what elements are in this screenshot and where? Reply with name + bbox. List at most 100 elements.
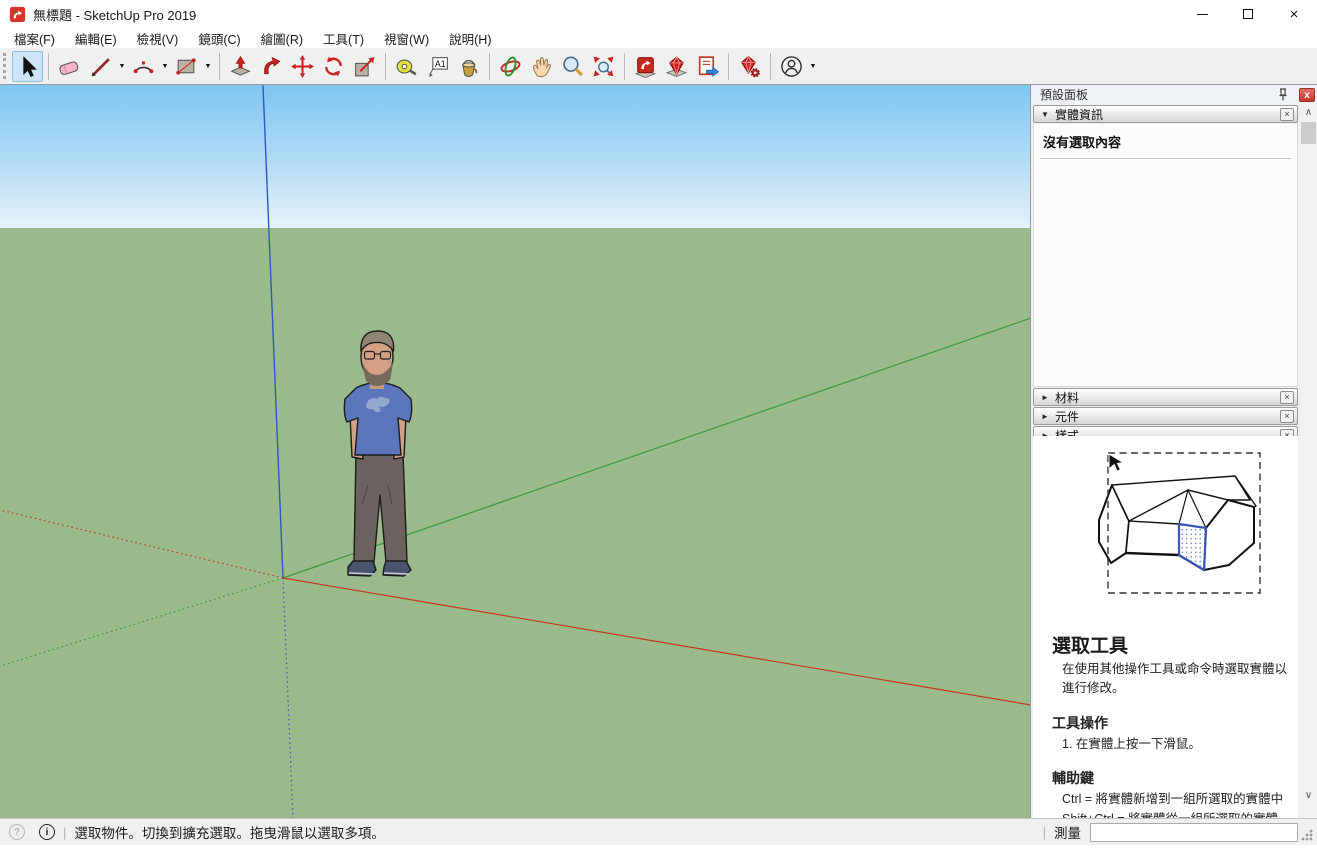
scene-overlay — [0, 85, 1031, 818]
maximize-icon — [1243, 9, 1253, 19]
extension-warehouse-icon — [664, 54, 689, 79]
scale-figure-person — [344, 331, 411, 576]
scale-icon — [352, 54, 377, 79]
toolbar: ▼ ▼ ▼ A1 — [0, 48, 1317, 85]
maximize-button[interactable] — [1225, 0, 1271, 28]
menu-edit[interactable]: 編輯(E) — [65, 27, 127, 50]
scale-tool-button[interactable] — [349, 51, 380, 82]
move-tool-button[interactable] — [287, 51, 318, 82]
zoom-icon — [560, 54, 585, 79]
orbit-tool-button[interactable] — [495, 51, 526, 82]
instructor-content: 選取工具 在使用其他操作工具或命令時選取實體以進行修改。 工具操作 1. 在實體… — [1033, 436, 1298, 818]
instructor-title: 選取工具 — [1052, 631, 1288, 658]
pan-hand-icon — [529, 54, 554, 79]
entity-info-content: 沒有選取內容 — [1033, 124, 1298, 387]
push-pull-icon — [228, 54, 253, 79]
instructor-modifier-heading: 輔助鍵 — [1052, 768, 1288, 788]
share-model-icon — [695, 54, 720, 79]
status-hint-text: 選取物件。切換到擴充選取。拖曳滑鼠以選取多項。 — [74, 822, 385, 842]
arc-icon — [131, 54, 156, 79]
status-bar: ? i | 選取物件。切換到擴充選取。拖曳滑鼠以選取多項。 | 測量 — [0, 818, 1317, 845]
eraser-tool-button[interactable] — [54, 51, 85, 82]
select-arrow-icon — [15, 54, 40, 79]
scrollbar-thumb[interactable] — [1301, 122, 1316, 144]
divider: | — [63, 825, 66, 840]
move-icon — [290, 54, 315, 79]
tape-measure-tool-button[interactable] — [391, 51, 422, 82]
scroll-down-arrow[interactable]: ∨ — [1300, 787, 1317, 804]
3d-warehouse-icon — [633, 54, 658, 79]
menu-help[interactable]: 說明(H) — [439, 27, 501, 50]
extension-warehouse-button[interactable] — [661, 51, 692, 82]
section-close-button[interactable]: × — [1280, 108, 1294, 121]
minimize-button[interactable] — [1179, 0, 1225, 28]
instructor-description: 在使用其他操作工具或命令時選取實體以進行修改。 — [1062, 660, 1288, 699]
instructor-modifier-shift-ctrl: Shift+Ctrl = 將實體從一組所選取的實體中除去 — [1062, 810, 1288, 819]
divider: | — [1043, 825, 1046, 840]
close-button[interactable]: × — [1271, 0, 1317, 28]
rectangle-icon — [174, 54, 199, 79]
cursor-arrow-icon — [1109, 454, 1123, 471]
info-icon[interactable]: i — [39, 824, 55, 840]
zoom-tool-button[interactable] — [557, 51, 588, 82]
3d-warehouse-button[interactable] — [630, 51, 661, 82]
menu-bar: 檔案(F) 編輯(E) 檢視(V) 鏡頭(C) 繪圖(R) 工具(T) 視窗(W… — [0, 28, 1317, 48]
instructor-house-illustration — [1046, 443, 1286, 623]
pin-icon[interactable] — [1277, 88, 1289, 102]
geolocation-icon[interactable]: ? — [9, 824, 25, 840]
follow-me-icon — [259, 54, 284, 79]
section-components[interactable]: ► 元件 × — [1033, 407, 1298, 425]
section-entity-info[interactable]: ▼ 實體資訊 × — [1033, 105, 1298, 123]
rectangle-dropdown-arrow[interactable]: ▼ — [202, 51, 214, 82]
measurements-input[interactable] — [1090, 823, 1298, 842]
push-pull-tool-button[interactable] — [225, 51, 256, 82]
arc-tool-button[interactable] — [128, 51, 159, 82]
scroll-up-arrow[interactable]: ∧ — [1300, 104, 1317, 121]
account-dropdown-arrow[interactable]: ▼ — [807, 51, 819, 82]
arc-dropdown-arrow[interactable]: ▼ — [159, 51, 171, 82]
divider — [1040, 158, 1291, 159]
menu-file[interactable]: 檔案(F) — [4, 27, 65, 50]
panel-title: 預設面板 — [1040, 86, 1277, 103]
menu-tools[interactable]: 工具(T) — [313, 27, 374, 50]
panel-close-button[interactable]: x — [1299, 88, 1315, 102]
tape-measure-icon — [394, 54, 419, 79]
menu-view[interactable]: 檢視(V) — [127, 27, 189, 50]
line-dropdown-arrow[interactable]: ▼ — [116, 51, 128, 82]
menu-draw[interactable]: 繪圖(R) — [251, 27, 313, 50]
account-button[interactable] — [776, 51, 807, 82]
menu-camera[interactable]: 鏡頭(C) — [188, 27, 250, 50]
window-resize-grip[interactable] — [1300, 828, 1314, 842]
toolbar-grip[interactable] — [3, 53, 8, 79]
paint-bucket-icon — [456, 54, 481, 79]
pan-tool-button[interactable] — [526, 51, 557, 82]
menu-window[interactable]: 視窗(W) — [374, 27, 439, 50]
minimize-icon — [1197, 14, 1208, 15]
default-tray-panel: 預設面板 x ▼ 實體資訊 × 沒有選取內容 ► 材料 × ► 元件 × ► 樣… — [1031, 85, 1317, 818]
extension-manager-button[interactable] — [734, 51, 765, 82]
share-model-button[interactable] — [692, 51, 723, 82]
select-tool-button[interactable] — [12, 51, 43, 82]
follow-me-tool-button[interactable] — [256, 51, 287, 82]
rectangle-tool-button[interactable] — [171, 51, 202, 82]
rotate-tool-button[interactable] — [318, 51, 349, 82]
section-close-button[interactable]: × — [1280, 391, 1294, 404]
text-tool-icon: A1 — [425, 54, 450, 79]
no-selection-text: 沒有選取內容 — [1034, 124, 1297, 158]
drawing-viewport[interactable] — [0, 85, 1031, 818]
line-tool-button[interactable] — [85, 51, 116, 82]
extension-manager-icon — [737, 54, 762, 79]
paint-bucket-tool-button[interactable] — [453, 51, 484, 82]
account-icon — [779, 54, 804, 79]
panel-scrollbar[interactable]: ∧ ∨ — [1300, 104, 1317, 818]
expanded-arrow-icon: ▼ — [1041, 110, 1055, 119]
section-close-button[interactable]: × — [1280, 410, 1294, 423]
collapsed-arrow-icon: ► — [1041, 412, 1055, 421]
text-tool-button[interactable]: A1 — [422, 51, 453, 82]
instructor-modifier-ctrl: Ctrl = 將實體新增到一組所選取的實體中 — [1062, 790, 1288, 809]
instructor-operation-step: 1. 在實體上按一下滑鼠。 — [1062, 735, 1288, 754]
zoom-extents-icon — [591, 54, 616, 79]
section-materials[interactable]: ► 材料 × — [1033, 388, 1298, 406]
zoom-extents-tool-button[interactable] — [588, 51, 619, 82]
close-icon: × — [1290, 7, 1299, 22]
